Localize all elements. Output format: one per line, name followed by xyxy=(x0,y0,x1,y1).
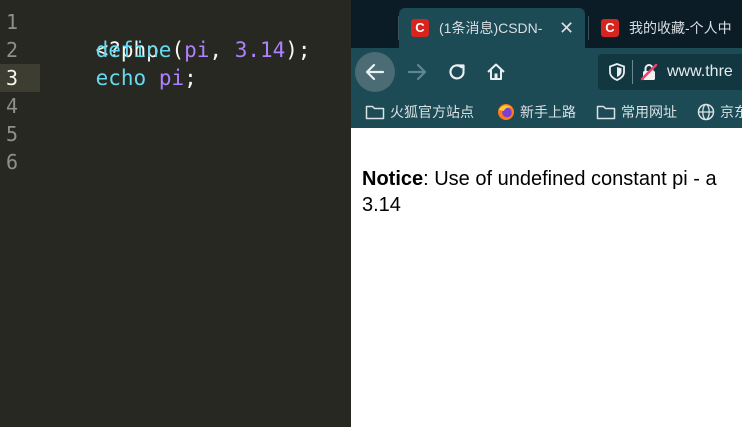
function-name: define xyxy=(95,38,172,62)
insecure-lock-icon[interactable] xyxy=(639,62,659,82)
notice-text: : Use of undefined constant pi - a xyxy=(423,168,717,190)
firefox-logo-icon xyxy=(498,104,514,120)
notice-label: Notice xyxy=(362,168,424,190)
bookmark-label: 新手上路 xyxy=(520,104,576,120)
reload-button[interactable] xyxy=(437,52,477,92)
bookmark-getting-started[interactable]: 新手上路 xyxy=(497,96,576,128)
keyword: echo xyxy=(95,66,147,90)
home-button[interactable] xyxy=(476,52,516,92)
tab-favorites[interactable]: C 我的收藏-个人中 xyxy=(589,8,742,48)
csdn-favicon-icon: C xyxy=(411,19,429,37)
punctuation: ); xyxy=(285,38,311,62)
arrow-left-icon xyxy=(365,63,385,81)
address-divider xyxy=(632,60,633,84)
tab-strip: C (1条消息)CSDN- ✕ C 我的收藏-个人中 xyxy=(351,0,742,48)
line-number: 5 xyxy=(6,122,19,146)
constant-name: pi xyxy=(158,66,185,90)
bookmark-common-sites[interactable]: 常用网址 xyxy=(596,96,677,128)
url-text[interactable]: www.thre xyxy=(667,63,733,81)
browser-window: C (1条消息)CSDN- ✕ C 我的收藏-个人中 www.thre 火狐官方… xyxy=(351,0,742,427)
line-number: 1 xyxy=(6,10,19,34)
shield-icon[interactable] xyxy=(608,62,626,82)
tab-title: (1条消息)CSDN- xyxy=(439,20,543,36)
navigation-toolbar: www.thre xyxy=(351,48,742,96)
bookmark-label: 常用网址 xyxy=(621,104,677,120)
constant-name: pi xyxy=(184,38,210,62)
bookmark-firefox-site[interactable]: 火狐官方站点 xyxy=(365,96,474,128)
code-line[interactable]: echo pi; xyxy=(45,64,197,92)
reload-icon xyxy=(449,64,465,80)
echo-output: 3.14 xyxy=(362,194,401,216)
close-tab-icon[interactable]: ✕ xyxy=(559,18,574,39)
forward-button[interactable] xyxy=(397,52,437,92)
php-notice-message: Notice: Use of undefined constant pi - a xyxy=(362,166,717,192)
punctuation: ( xyxy=(171,38,185,62)
back-button[interactable] xyxy=(355,52,395,92)
page-content: Notice: Use of undefined constant pi - a… xyxy=(351,128,742,427)
bookmark-label: 火狐官方站点 xyxy=(390,104,474,120)
csdn-favicon-icon: C xyxy=(601,19,619,37)
bookmark-label: 京东 xyxy=(720,104,742,120)
line-number: 3 xyxy=(6,66,19,90)
code-line[interactable]: define(pi, 3.14); xyxy=(45,36,311,64)
punctuation: ; xyxy=(184,66,197,90)
bookmarks-toolbar: 火狐官方站点 新手上路 常用网址 京东 xyxy=(351,96,742,128)
globe-icon xyxy=(697,103,715,121)
folder-icon xyxy=(365,105,385,120)
code-line[interactable]: <?php xyxy=(45,8,159,62)
code-editor[interactable]: 1 2 3 4 5 6 <?php define(pi, 3.14); echo… xyxy=(0,0,351,427)
home-icon xyxy=(487,63,505,80)
tab-csdn[interactable]: C (1条消息)CSDN- ✕ xyxy=(399,8,585,48)
line-number: 2 xyxy=(6,38,19,62)
punctuation: , xyxy=(209,38,235,62)
folder-icon xyxy=(596,105,616,120)
line-number: 6 xyxy=(6,150,19,174)
line-number: 4 xyxy=(6,94,19,118)
bookmark-jd[interactable]: 京东 xyxy=(697,96,742,128)
tab-title: 我的收藏-个人中 xyxy=(629,20,732,36)
address-bar[interactable]: www.thre xyxy=(598,54,742,90)
line-number-gutter: 1 2 3 4 5 6 xyxy=(0,0,40,427)
arrow-right-icon xyxy=(407,63,427,81)
number-literal: 3.14 xyxy=(234,38,286,62)
